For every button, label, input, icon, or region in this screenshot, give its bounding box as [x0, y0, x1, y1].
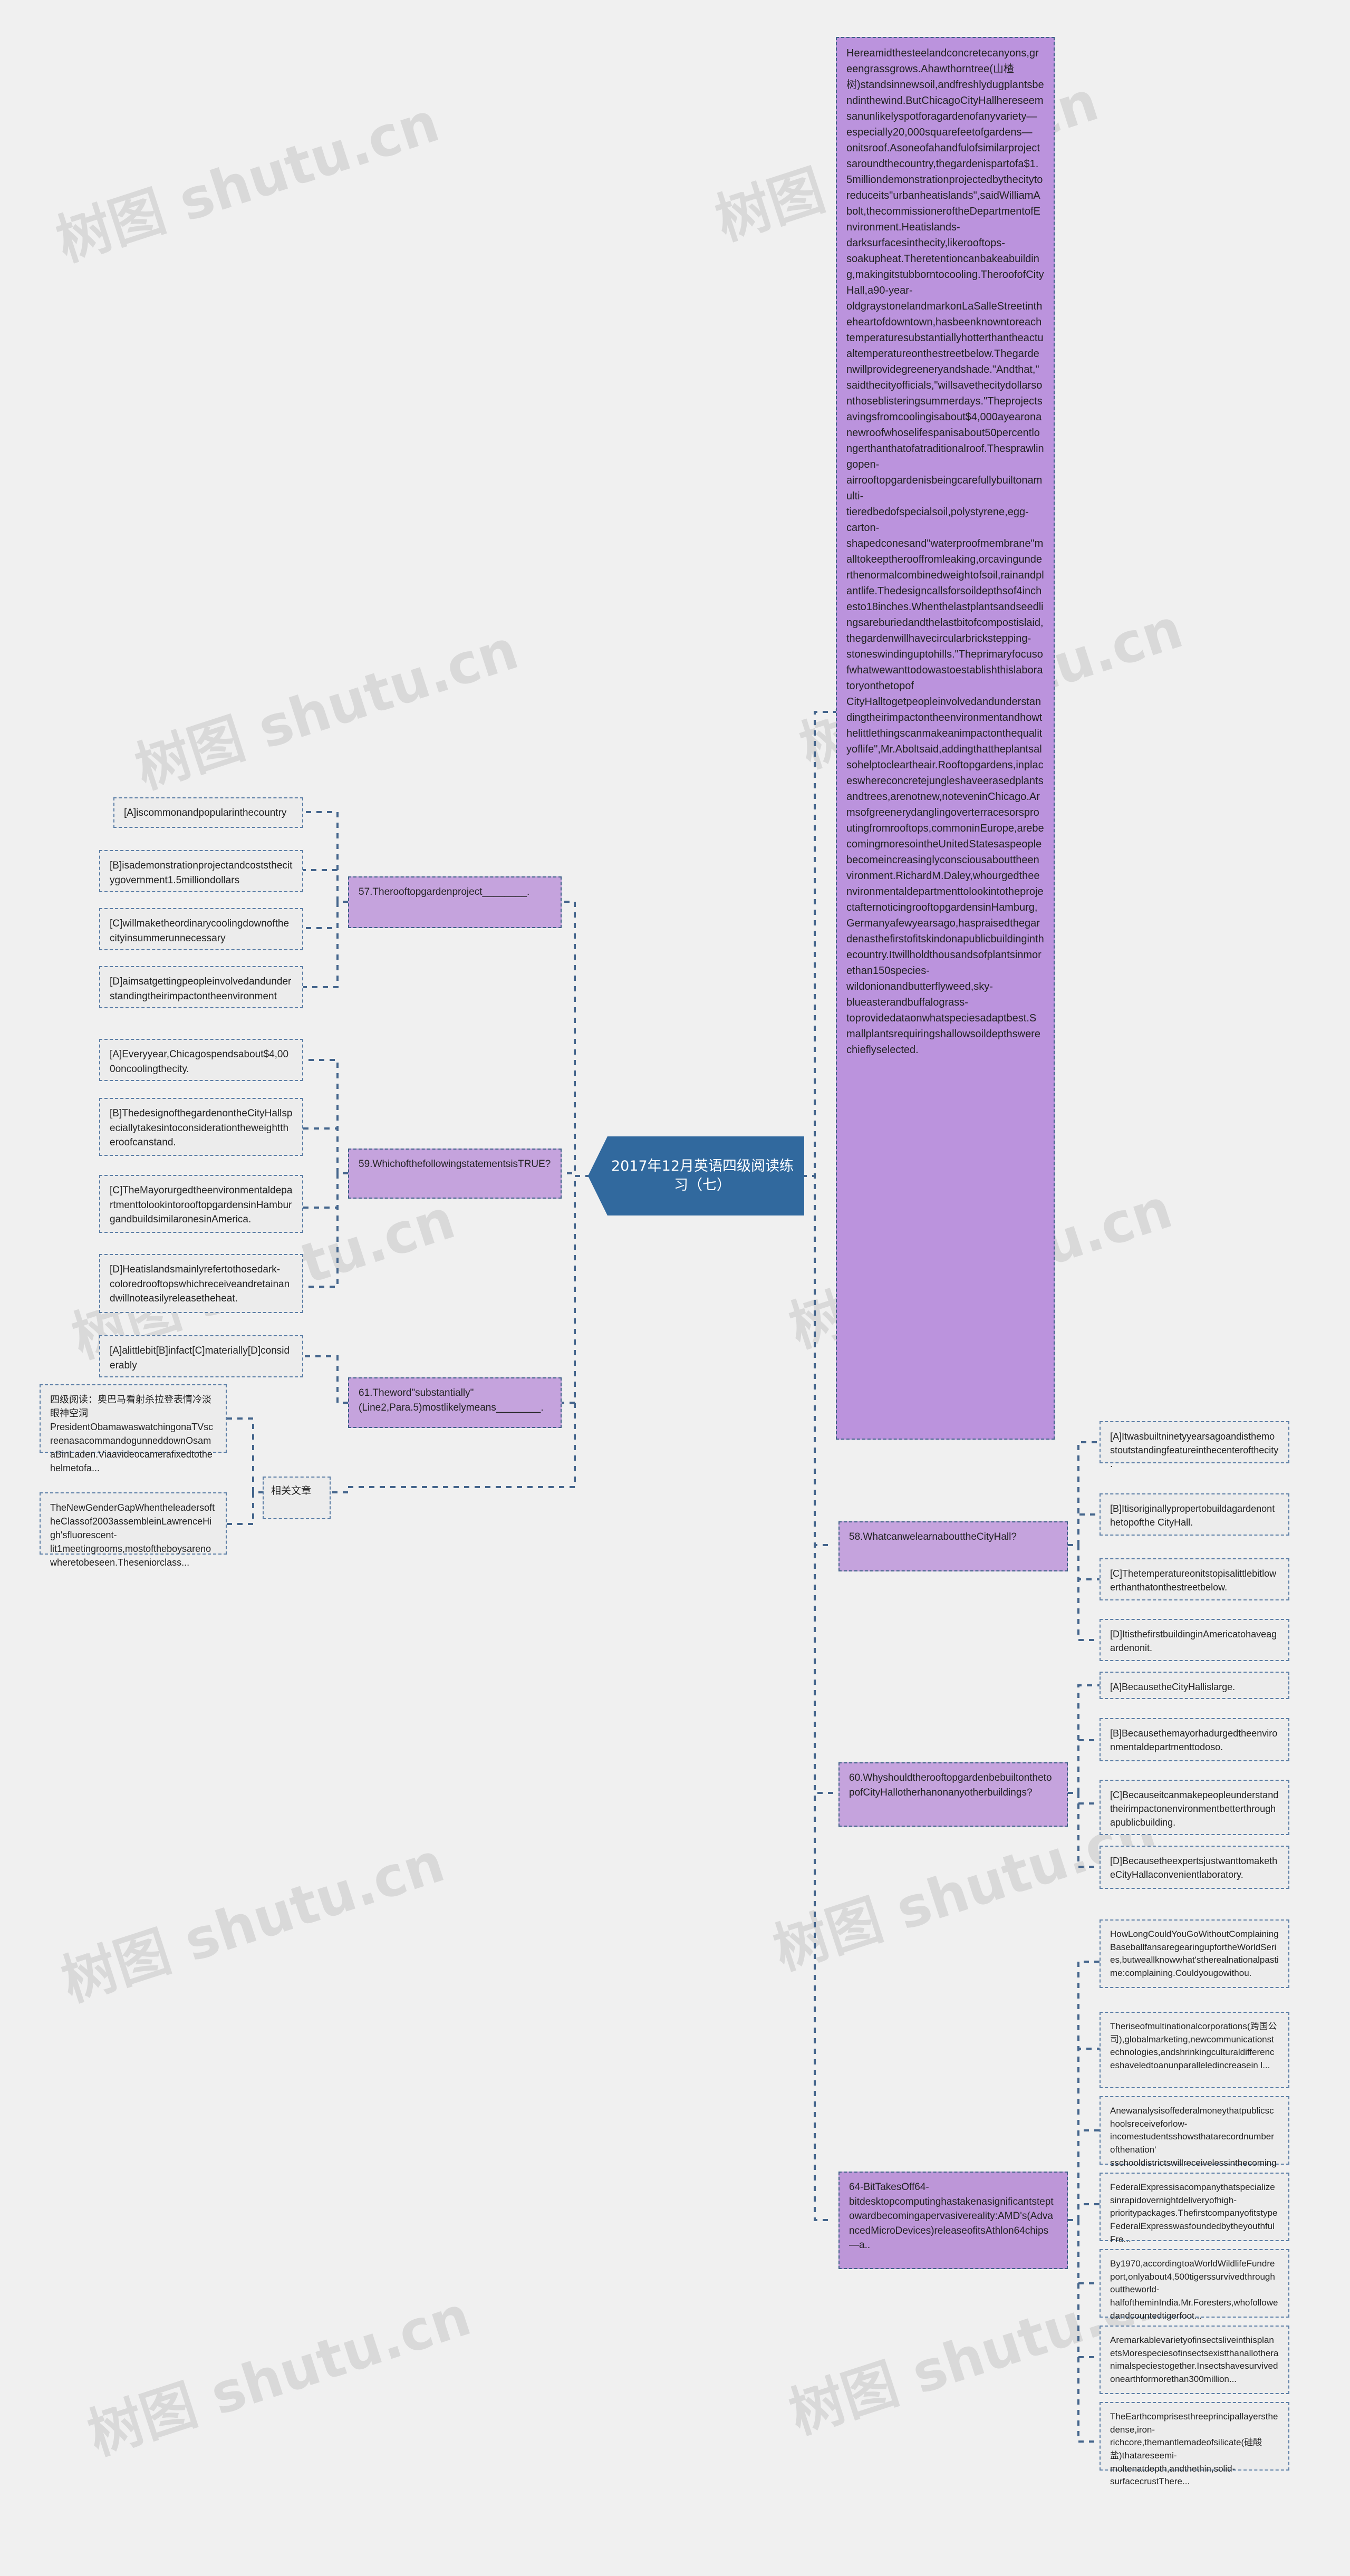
- option-node-58-d[interactable]: [D]ItisthefirstbuildinginAmericatohaveag…: [1100, 1619, 1289, 1661]
- option-node-60-d[interactable]: [D]BecausetheexpertsjustwanttomaketheCit…: [1100, 1846, 1289, 1889]
- related-article-right-2[interactable]: Theriseofmultinationalcorporations(跨国公司)…: [1100, 2012, 1289, 2088]
- option-node-60-b[interactable]: [B]Becausethemayorhadurgedtheenvironment…: [1100, 1718, 1289, 1761]
- related-article-right-5[interactable]: By1970,accordingtoaWorldWildlifeFundrepo…: [1100, 2249, 1289, 2321]
- option-node-59-b[interactable]: [B]ThedesignofthegardenontheCityHallspec…: [99, 1098, 303, 1156]
- question-node-61[interactable]: 61.Theword"substantially"(Line2,Para.5)m…: [348, 1377, 562, 1428]
- related-articles-label[interactable]: 相关文章: [263, 1477, 331, 1519]
- option-node-60-a[interactable]: [A]BecausetheCityHallislarge.: [1100, 1672, 1289, 1699]
- article-node-64bit[interactable]: 64-BitTakesOff64-bitdesktopcomputinghast…: [838, 2172, 1068, 2269]
- related-article-right-4[interactable]: FederalExpressisacompanythatspecializesi…: [1100, 2173, 1289, 2244]
- question-node-58[interactable]: 58.WhatcanwelearnabouttheCityHall?: [838, 1521, 1068, 1571]
- option-node-59-a[interactable]: [A]Everyyear,Chicagospendsabout$4,000onc…: [99, 1039, 303, 1081]
- option-node-58-b[interactable]: [B]Itisoriginallypropertobuildagardenont…: [1100, 1493, 1289, 1536]
- option-node-61[interactable]: [A]alittlebit[B]infact[C]materially[D]co…: [99, 1335, 303, 1377]
- option-node-57-c[interactable]: [C]willmaketheordinarycoolingdownoftheci…: [99, 908, 303, 950]
- related-article-left-1[interactable]: 四级阅读：奥巴马看射杀拉登表情冷淡眼神空洞PresidentObamawaswa…: [40, 1384, 227, 1473]
- option-node-59-d[interactable]: [D]Heatislandsmainlyrefertothosedark-col…: [99, 1254, 303, 1313]
- option-node-59-c[interactable]: [C]TheMayorurgedtheenvironmentaldepartme…: [99, 1175, 303, 1233]
- option-node-57-d[interactable]: [D]aimsatgettingpeopleinvolvedandunderst…: [99, 966, 303, 1008]
- related-article-left-2[interactable]: TheNewGenderGapWhentheleadersoftheClasso…: [40, 1492, 227, 1568]
- passage-node[interactable]: Hereamidthesteelandconcretecanyons,green…: [836, 37, 1055, 1440]
- question-node-59[interactable]: 59.WhichofthefollowingstatementsisTRUE?: [348, 1149, 562, 1199]
- related-article-right-6[interactable]: Aremarkablevarietyofinsectsliveinthispla…: [1100, 2326, 1289, 2394]
- question-node-60[interactable]: 60.Whyshouldtherooftopgardenbebuiltonthe…: [838, 1762, 1068, 1827]
- related-article-right-7[interactable]: TheEarthcomprisesthreeprincipallayersthe…: [1100, 2402, 1289, 2486]
- option-node-58-c[interactable]: [C]Thetemperatureonitstopisalittlebitlow…: [1100, 1558, 1289, 1600]
- related-article-right-1[interactable]: HowLongCouldYouGoWithoutComplainingBaseb…: [1100, 1919, 1289, 1988]
- center-title-node[interactable]: 2017年12月英语四级阅读练习（七）: [588, 1136, 804, 1215]
- option-node-57-b[interactable]: [B]isademonstrationprojectandcoststhecit…: [99, 850, 303, 892]
- option-node-60-c[interactable]: [C]Becauseitcanmakepeopleunderstandtheir…: [1100, 1780, 1289, 1835]
- question-node-57[interactable]: 57.Therooftopgardenproject________.: [348, 876, 562, 928]
- option-node-58-a[interactable]: [A]Itwasbuiltninetyyearsagoandisthemosto…: [1100, 1421, 1289, 1469]
- option-node-57-a[interactable]: [A]iscommonandpopularinthecountry: [113, 797, 303, 828]
- related-article-right-3[interactable]: Anewanalysisoffederalmoneythatpublicscho…: [1100, 2096, 1289, 2181]
